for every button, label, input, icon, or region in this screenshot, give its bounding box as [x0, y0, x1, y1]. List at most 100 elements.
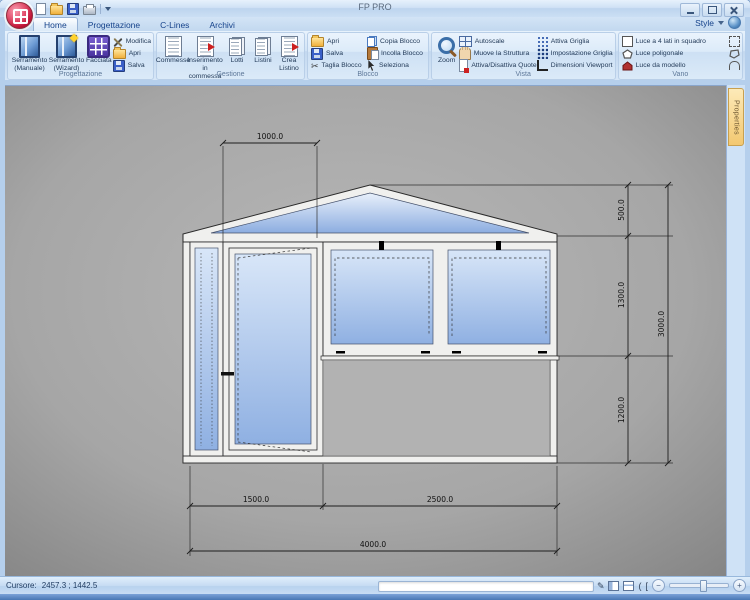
window-sill-ledge: [321, 356, 559, 360]
serramento-wizard-iconwrap: [56, 36, 77, 56]
close-icon: [730, 6, 738, 14]
dimensioni-viewport-button[interactable]: Dimensioni Viewport: [537, 60, 613, 71]
door-glass[interactable]: [235, 254, 311, 444]
save-file-icon[interactable]: [67, 3, 79, 15]
group-vista: Zoom Autoscale Muove la Struttura Attiva…: [431, 32, 616, 80]
crea-listino-button[interactable]: Crea Listino: [276, 35, 302, 73]
dim-right-1300: 1300.0: [617, 282, 626, 308]
window-manual-icon: [19, 35, 40, 58]
attiva-griglia-button[interactable]: Attiva Griglia: [537, 36, 613, 47]
wall-panel[interactable]: [323, 360, 550, 456]
frame-left-jamb[interactable]: [183, 242, 190, 463]
cursor-label: Cursore:: [6, 581, 37, 590]
minimize-icon: [687, 12, 694, 14]
window-2-glass[interactable]: [448, 250, 550, 344]
open-file-icon[interactable]: [50, 5, 63, 15]
muove-struttura-button[interactable]: Muove la Struttura: [459, 48, 537, 59]
luce-poligonale-tool-button[interactable]: [729, 48, 740, 59]
luce-da-modello-button[interactable]: Luce da modello: [622, 60, 728, 71]
window-1-glass[interactable]: [331, 250, 433, 344]
zoom-slider[interactable]: [669, 583, 729, 588]
facciata-label: Facciata: [86, 57, 112, 65]
close-button[interactable]: [724, 3, 744, 17]
serramento-wizard-button[interactable]: Serramento (Wizard): [48, 35, 85, 73]
blocco-apri-button[interactable]: Apri: [311, 36, 367, 47]
maximize-button[interactable]: [702, 3, 722, 17]
cursor-position: Cursore: 2457.3 ; 1442.5: [6, 581, 97, 590]
properties-tab[interactable]: Properties: [728, 88, 744, 146]
tab-bar-right: Style: [695, 16, 745, 31]
taglia-label: Taglia Blocco: [322, 62, 362, 69]
window-1-hinge-mark: [379, 241, 384, 250]
scissors-icon: ✂: [311, 61, 319, 71]
modifica-button[interactable]: Modifica: [113, 36, 151, 47]
tab-home[interactable]: Home: [33, 17, 78, 31]
drawing-canvas[interactable]: 1000.0 500.0 1300.0 1200.0 3000.0 1500.0…: [5, 85, 727, 577]
blocco-col-1: Apri Salva ✂ Taglia Blocco: [311, 35, 367, 71]
qat-dropdown-icon[interactable]: [105, 7, 111, 11]
commesse-button[interactable]: Commesse: [160, 35, 186, 65]
autoscale-button[interactable]: Autoscale: [459, 36, 537, 47]
dim-top-label: 1000.0: [257, 132, 283, 141]
incolla-blocco-button[interactable]: Incolla Blocco: [367, 48, 423, 59]
grid-dots-icon: [537, 36, 548, 47]
lotti-label: Lotti: [231, 57, 244, 65]
door-handle[interactable]: [221, 372, 234, 376]
minimize-button[interactable]: [680, 3, 700, 17]
taglia-blocco-button[interactable]: ✂ Taglia Blocco: [311, 60, 367, 71]
style-caret-icon[interactable]: [718, 21, 724, 25]
tab-progettazione[interactable]: Progettazione: [78, 18, 150, 31]
serramento-manuale-button[interactable]: Serramento (Manuale): [11, 35, 48, 73]
impostazione-griglia-label: Impostazione Griglia: [551, 50, 613, 57]
paren-tool-icon[interactable]: (: [638, 580, 641, 592]
app-menu-button[interactable]: [6, 2, 33, 29]
copia-blocco-button[interactable]: Copia Blocco: [367, 36, 423, 47]
group-label-vista: Vista: [432, 71, 615, 79]
view-mode-icon-1[interactable]: [608, 581, 619, 591]
magnifier-icon: [437, 36, 457, 56]
luce-poligonale-button[interactable]: Luce poligonale: [622, 48, 728, 59]
lotti-button[interactable]: Lotti: [224, 35, 250, 65]
facciata-button[interactable]: Facciata: [85, 35, 113, 65]
zoom-out-button[interactable]: −: [652, 579, 665, 592]
zoom-in-button[interactable]: +: [733, 579, 746, 592]
impostazione-griglia-button[interactable]: Impostazione Griglia: [537, 48, 613, 59]
new-document-icon[interactable]: [36, 3, 46, 15]
sidelight-glass[interactable]: [195, 248, 218, 450]
salva-button[interactable]: Salva: [113, 60, 151, 71]
print-icon[interactable]: [83, 6, 96, 15]
red-arrow-icon: [208, 43, 215, 51]
dim-right-3000: 3000.0: [657, 311, 666, 337]
tab-archivi[interactable]: Archivi: [199, 18, 245, 31]
group-vano: Luce a 4 lati in squadro Luce poligonale…: [618, 32, 743, 80]
title-bar: FP PRO: [0, 0, 750, 17]
pen-mode-icon[interactable]: ✎: [597, 580, 605, 592]
luce-4-lati-button[interactable]: Luce a 4 lati in squadro: [622, 36, 728, 47]
attiva-disattiva-quote-button[interactable]: Attiva/Disattiva Quote: [459, 60, 537, 71]
cursor-value: 2457.3 ; 1442.5: [42, 581, 98, 590]
zoom-slider-thumb[interactable]: [700, 580, 707, 592]
arch-icon: [729, 61, 740, 70]
listini-button[interactable]: Listini: [250, 35, 276, 65]
style-dropdown[interactable]: Style: [695, 18, 714, 28]
luce-squadro-tool-button[interactable]: [729, 36, 740, 47]
bracket-tool-icon[interactable]: [: [645, 580, 648, 592]
window-controls: [680, 3, 744, 17]
polygon-arrow-icon: [729, 49, 740, 59]
help-button[interactable]: [728, 16, 741, 29]
view-mode-icon-2[interactable]: [623, 581, 634, 591]
salva-label: Salva: [128, 62, 145, 69]
viewport-ruler-icon: [537, 60, 548, 71]
apri-button[interactable]: Apri: [113, 48, 151, 59]
ribbon: Serramento (Manuale) Serramento (Wizard)…: [5, 31, 745, 80]
luce-4-lati-label: Luce a 4 lati in squadro: [636, 38, 706, 45]
inserimento-iconwrap: [197, 36, 214, 56]
seleziona-button[interactable]: Seleziona: [367, 60, 423, 71]
document-icon: [165, 36, 182, 57]
frame-bottom-sill[interactable]: [183, 456, 557, 463]
tab-c-lines[interactable]: C-Lines: [150, 18, 199, 31]
zoom-button[interactable]: Zoom: [435, 35, 459, 65]
open-folder-icon: [113, 49, 126, 59]
luce-arco-tool-button[interactable]: [729, 60, 740, 71]
blocco-salva-button[interactable]: Salva: [311, 48, 367, 59]
